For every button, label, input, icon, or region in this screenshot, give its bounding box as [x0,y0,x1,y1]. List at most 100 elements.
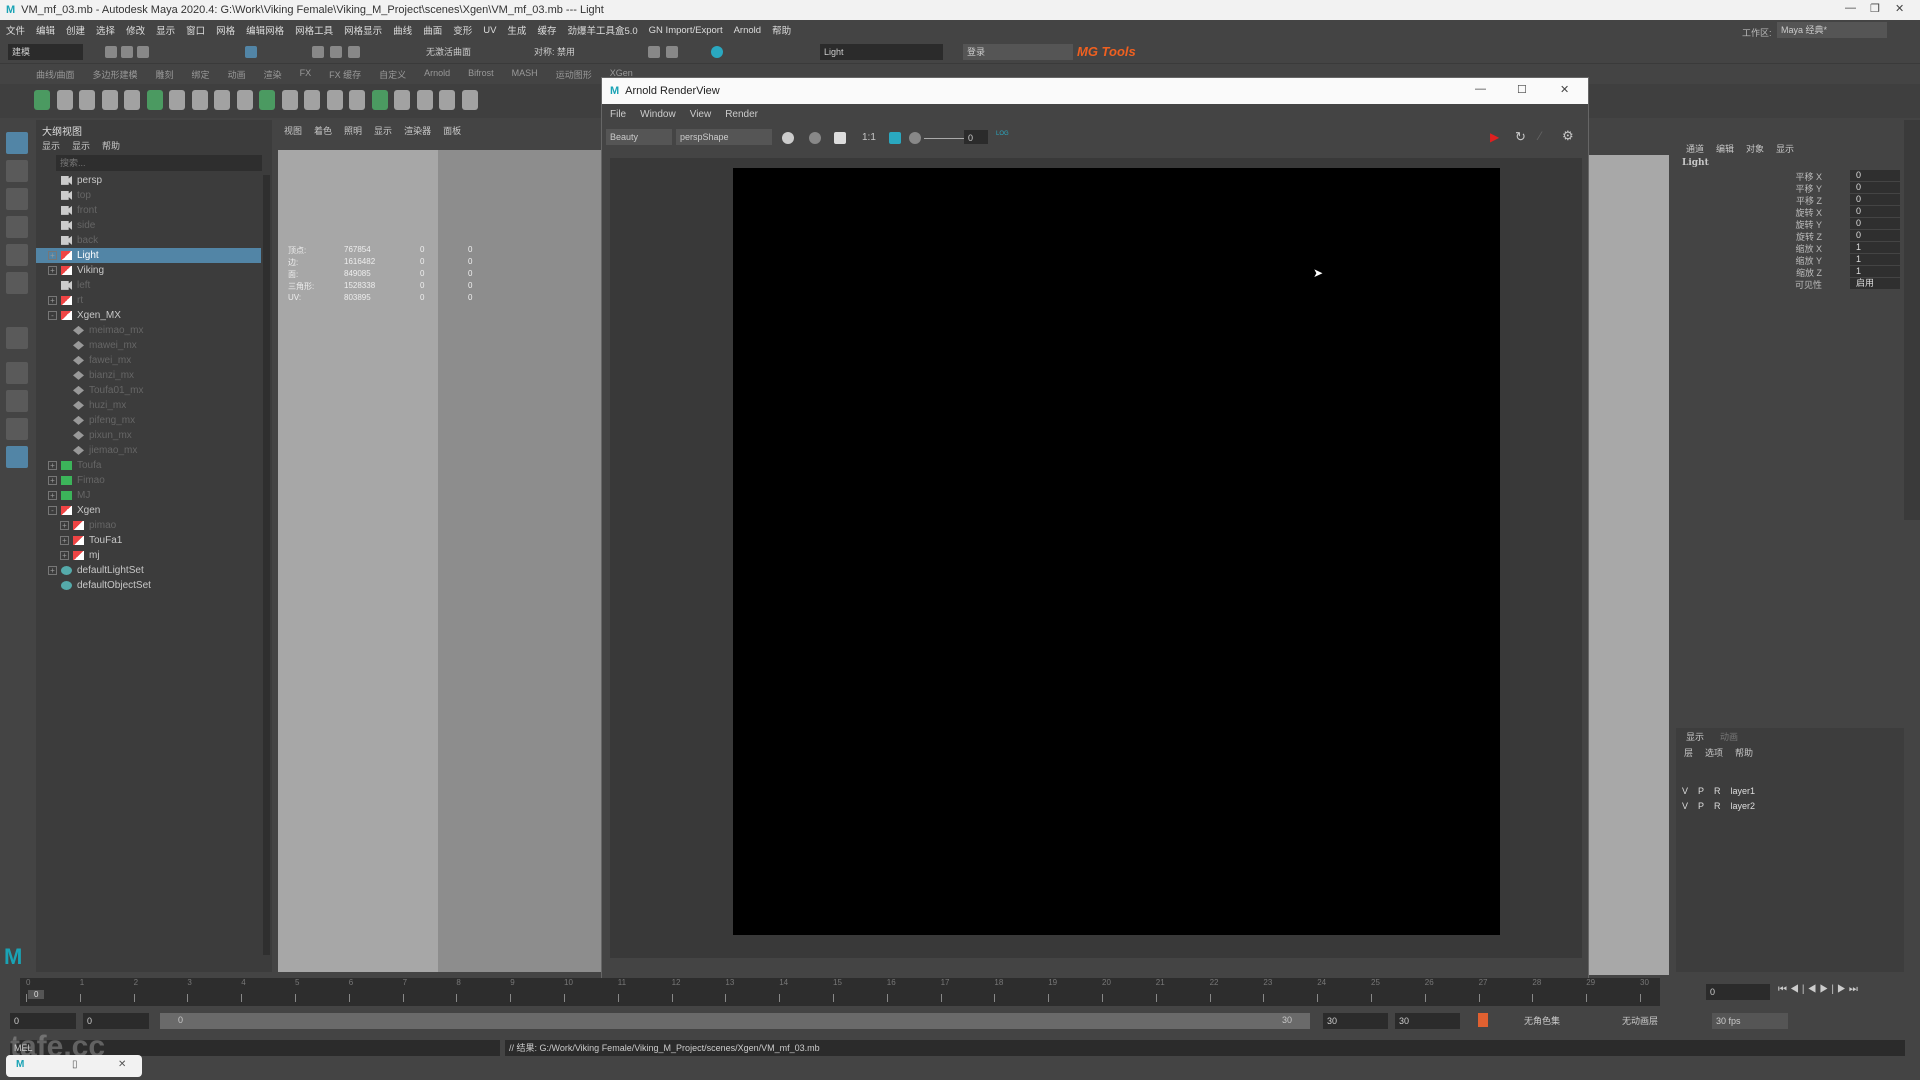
start-frame-field[interactable]: 0 [10,1013,76,1029]
shelf-tab[interactable]: FX 缓存 [329,68,361,82]
outliner-item[interactable]: + Fimao [36,473,261,488]
viewport-menu-item[interactable]: 视图 [284,124,302,137]
outliner-item[interactable]: bianzi_mx [36,368,261,383]
expand-toggle-icon[interactable]: + [48,565,57,575]
outliner-item[interactable]: pixun_mx [36,428,261,443]
login-dropdown[interactable]: 登录 [963,44,1073,60]
viewport-menu-item[interactable]: 显示 [374,124,392,137]
shelf-tool-icon[interactable] [281,90,298,110]
outliner-item[interactable]: huzi_mx [36,398,261,413]
channel-row[interactable]: 旋转 Y0 [1676,218,1904,230]
outliner-item[interactable]: front [36,203,261,218]
menu-item[interactable]: 曲面 [423,23,442,37]
scale-tool-icon[interactable] [6,272,28,294]
channel-value[interactable]: 1 [1850,254,1900,265]
ipr-render-icon[interactable] [666,46,678,58]
shelf-tool-icon[interactable] [371,90,388,110]
menu-item[interactable]: GN Import/Export [649,25,723,36]
shelf-tab[interactable]: 动画 [228,68,246,82]
outliner-item[interactable]: top [36,188,261,203]
minimize-button[interactable]: — [1845,2,1856,14]
expand-toggle-icon[interactable]: + [60,535,69,545]
channel-value[interactable]: 启用 [1850,278,1900,289]
expand-toggle-icon[interactable]: + [48,295,57,305]
arnold-menu-item[interactable]: Render [725,109,758,120]
channel-row[interactable]: 平移 Y0 [1676,182,1904,194]
outliner-item[interactable]: + MJ [36,488,261,503]
layer-tab[interactable]: 动画 [1720,730,1738,743]
current-frame-field[interactable]: 0 [1706,984,1770,1000]
shelf-tool-icon[interactable] [259,90,275,110]
shelf-tool-icon[interactable] [439,90,455,110]
shelf-tool-icon[interactable] [326,90,343,110]
channel-row[interactable]: 缩放 Z1 [1676,266,1904,278]
channel-value[interactable]: 1 [1850,242,1900,253]
channel-value[interactable]: 0 [1850,206,1900,217]
outliner-layout-icon[interactable] [6,446,28,468]
arnold-maximize-button[interactable]: ☐ [1517,83,1527,96]
menu-item[interactable]: 窗口 [186,23,205,37]
shelf-tool-icon[interactable] [56,90,73,110]
shelf-tool-icon[interactable] [191,90,208,110]
anim-layer-dropdown[interactable]: 无动画层 [1618,1013,1693,1029]
current-frame-marker[interactable]: 0 [28,990,45,999]
channel-value[interactable]: 0 [1850,230,1900,241]
layer-v-toggle[interactable]: V [1682,801,1688,811]
viewport-menu-item[interactable]: 照明 [344,124,362,137]
fps-dropdown[interactable]: 30 fps [1712,1013,1788,1029]
render-icon[interactable] [648,46,660,58]
outliner-item[interactable]: - Xgen_MX [36,308,261,323]
menu-item[interactable]: 变形 [453,23,472,37]
shelf-tab[interactable]: 渲染 [264,68,282,82]
playback-controls[interactable]: ⏮◀|◀▶|▶⏭ [1778,984,1861,995]
expand-toggle-icon[interactable]: + [48,460,57,470]
render-region-icon[interactable] [782,132,794,144]
layer-row[interactable]: V P Rlayer2 [1682,801,1755,811]
channel-row[interactable]: 平移 Z0 [1676,194,1904,206]
menu-item[interactable]: 缓存 [537,23,556,37]
outliner-item[interactable]: fawei_mx [36,353,261,368]
stop-icon[interactable]: ⁄ [1539,129,1541,143]
symmetry-field[interactable]: 对称: 禁用 [530,44,610,60]
shelf-tool-icon[interactable] [461,90,478,110]
layer-r-toggle[interactable]: R [1714,801,1721,811]
expand-toggle-icon[interactable]: + [48,475,57,485]
expand-toggle-icon[interactable]: + [60,520,69,530]
character-set-dropdown[interactable]: 无角色集 [1520,1013,1595,1029]
shelf-tab[interactable]: 自定义 [379,68,406,82]
shelf-tool-icon[interactable] [79,90,95,110]
shelf-tab[interactable]: FX [300,68,312,82]
channel-row[interactable]: 缩放 X1 [1676,242,1904,254]
expand-toggle-icon[interactable]: - [48,310,57,320]
channel-value[interactable]: 0 [1850,218,1900,229]
outliner-item[interactable]: jiemao_mx [36,443,261,458]
menu-item[interactable]: 修改 [126,23,145,37]
menu-item[interactable]: UV [483,25,496,36]
paint-select-icon[interactable] [6,188,28,210]
menu-item[interactable]: 文件 [6,23,25,37]
channel-menu-item[interactable]: 通道 [1686,142,1704,155]
menu-item[interactable]: 曲线 [393,23,412,37]
restore-button[interactable]: ▯ [72,1059,78,1070]
layer-v-toggle[interactable]: V [1682,786,1688,796]
outliner-item[interactable]: + Light [36,248,261,263]
outliner-item[interactable]: + Viking [36,263,261,278]
shelf-tool-icon[interactable] [394,90,410,110]
menu-item[interactable]: 网格显示 [344,23,382,37]
shelf-tab[interactable]: Bifrost [468,68,494,82]
outliner-item[interactable]: + TouFa1 [36,533,261,548]
exposure-icon[interactable] [909,132,921,144]
exposure-slider[interactable] [924,138,964,139]
minimized-window[interactable]: M ▯ ✕ [6,1055,142,1077]
menu-item[interactable]: Arnold [734,25,761,36]
menu-item[interactable]: 生成 [507,23,526,37]
layer-menu-item[interactable]: 帮助 [1735,746,1753,759]
channel-value[interactable]: 0 [1850,170,1900,181]
shelf-tab[interactable]: 绑定 [192,68,210,82]
ratio-button[interactable]: 1:1 [862,132,876,143]
channel-value[interactable]: 1 [1850,266,1900,277]
outliner-item[interactable]: + mj [36,548,261,563]
outliner-item[interactable]: pifeng_mx [36,413,261,428]
outliner-item[interactable]: persp [36,173,261,188]
shelf-tool-icon[interactable] [304,90,320,110]
